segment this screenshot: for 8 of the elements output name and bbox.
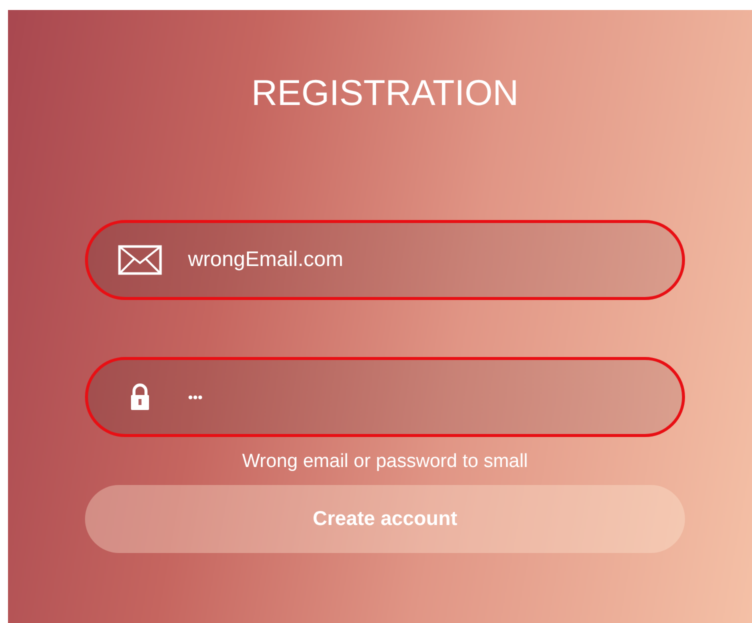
- password-field[interactable]: •••: [85, 357, 685, 437]
- email-value: wrongEmail.com: [188, 248, 344, 272]
- masked-password: •••: [188, 389, 203, 405]
- mail-icon: [118, 245, 162, 275]
- error-message: Wrong email or password to small: [242, 451, 528, 473]
- email-field[interactable]: wrongEmail.com: [85, 220, 685, 300]
- page-title: REGISTRATION: [251, 72, 519, 114]
- lock-icon: [130, 383, 150, 411]
